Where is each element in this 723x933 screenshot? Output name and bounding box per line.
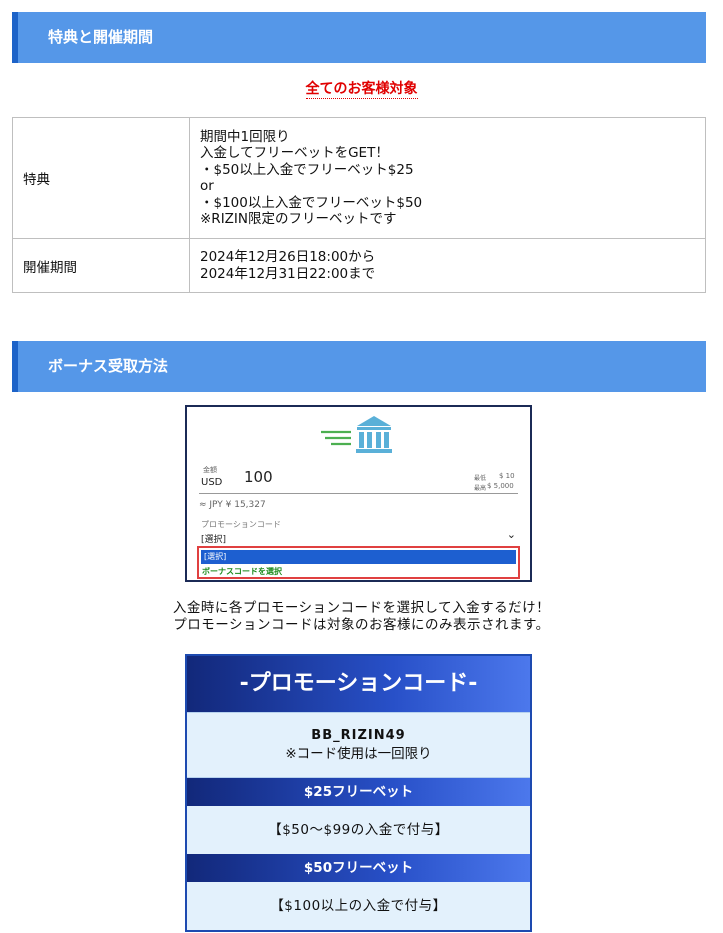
bonus-line: ・$50以上入金でフリーベット$25: [200, 161, 414, 178]
tier-condition: 【$50～$99の入金で付与】: [268, 822, 449, 838]
code-area: BB_RIZIN49 ※コード使用は一回限り: [187, 712, 530, 778]
period-line: 2024年12月31日22:00まで: [200, 265, 376, 282]
promo-code-box: -プロモーションコード- BB_RIZIN49 ※コード使用は一回限り $25フ…: [185, 654, 532, 932]
period-label: 開催期間: [12, 238, 190, 293]
table-row-period: 開催期間 2024年12月26日18:00から 2024年12月31日22:00…: [12, 238, 706, 293]
bonus-value: 期間中1回限り 入金してフリーベットをGET！ ・$50以上入金でフリーベット$…: [189, 117, 706, 239]
bonus-line: ・$100以上入金でフリーベット$50: [200, 194, 423, 211]
table-row-bonus: 特典 期間中1回限り 入金してフリーベットをGET！ ・$50以上入金でフリーベ…: [12, 117, 706, 239]
promo-code-select[interactable]: [選択]: [201, 532, 226, 545]
description: 入金時に各プロモーションコードを選択して入金するだけ！ プロモーションコードは対…: [0, 600, 723, 634]
amount-underline: [199, 493, 518, 494]
section-header-bonus-method: ボーナス受取方法: [12, 341, 706, 392]
chevron-down-icon[interactable]: ⌄: [507, 528, 516, 541]
code-note: ※コード使用は一回限り: [285, 746, 432, 762]
period-line: 2024年12月26日18:00から: [200, 249, 376, 265]
section-title: 特典と開催期間: [48, 28, 154, 46]
promo-code-label: プロモーションコード: [201, 520, 281, 529]
min-label: 最低: [474, 475, 487, 482]
dropdown-option-select[interactable]: [選択]: [201, 550, 516, 564]
description-line: プロモーションコードは対象のお客様にのみ表示されます。: [173, 617, 550, 633]
dropdown-option-bonus[interactable]: ボーナスコードを選択: [202, 566, 282, 577]
period-value: 2024年12月26日18:00から 2024年12月31日22:00まで: [189, 238, 706, 293]
deposit-screenshot: 金額 USD 100 最低 $ 10 最高 $ 5,000 ≈ JPY ¥ 15…: [185, 405, 532, 582]
bonus-line: or: [200, 178, 214, 194]
info-table: 特典 期間中1回限り 入金してフリーベットをGET！ ・$50以上入金でフリーベ…: [12, 117, 706, 293]
bonus-line: ※RIZIN限定のフリーベットです: [200, 211, 397, 227]
tier-condition: 【$100以上の入金で付与】: [270, 898, 447, 914]
section-title: ボーナス受取方法: [48, 357, 169, 375]
amount-label: 金額: [203, 466, 217, 474]
tier-title: $50フリーベット: [187, 854, 530, 882]
jpy-equivalent: ≈ JPY ¥ 15,327: [199, 500, 266, 510]
min-value: $ 10: [499, 472, 515, 480]
amount-input[interactable]: 100: [244, 468, 273, 486]
tier-title: $25フリーベット: [187, 778, 530, 806]
currency: USD: [201, 477, 223, 488]
bank-icon: [321, 414, 397, 458]
description-line: 入金時に各プロモーションコードを選択して入金するだけ！: [172, 600, 551, 616]
section-header-bonus-period: 特典と開催期間: [12, 12, 706, 63]
target-note: 全てのお客様対象: [305, 81, 418, 99]
bonus-label: 特典: [12, 117, 190, 239]
max-label: 最高: [474, 485, 487, 492]
promo-dropdown[interactable]: [選択] ボーナスコードを選択: [197, 546, 520, 579]
bonus-line: 期間中1回限り: [200, 128, 290, 145]
bonus-line: 入金してフリーベットをGET！: [200, 145, 389, 161]
max-value: $ 5,000: [487, 482, 514, 490]
promo-title: -プロモーションコード-: [187, 656, 530, 712]
promo-code: BB_RIZIN49: [311, 728, 406, 743]
